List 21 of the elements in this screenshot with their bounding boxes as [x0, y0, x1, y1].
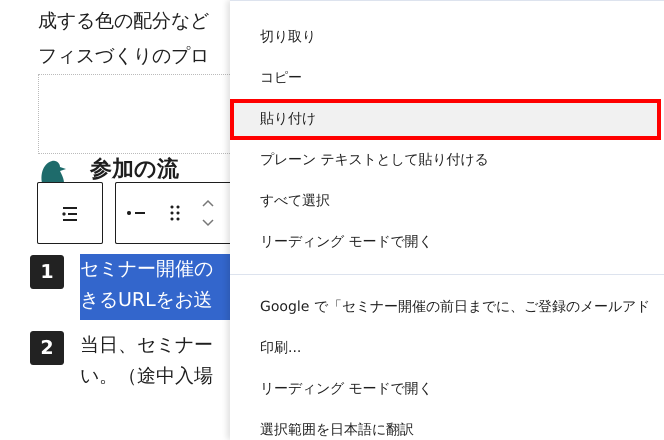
menu-item[interactable]: コピー — [230, 58, 664, 99]
menu-item[interactable]: すべて選択 — [230, 181, 664, 222]
list-style-button[interactable] — [37, 182, 103, 244]
step-number: 1 — [30, 255, 64, 289]
move-chevron-icon[interactable] — [202, 198, 214, 228]
menu-item[interactable]: リーディング モードで開く — [230, 369, 664, 410]
section-heading: 参加の流 — [90, 157, 179, 183]
menu-item[interactable]: 選択範囲を日本語に翻訳 — [230, 410, 664, 440]
step-text: セミナー開催の きるURLをお送 — [80, 254, 233, 320]
menu-item[interactable]: 貼り付け — [230, 99, 661, 140]
step-text: 当日、セミナー い。（途中入場 — [80, 333, 214, 389]
step-number: 2 — [30, 331, 64, 365]
menu-item[interactable]: プレーン テキストとして貼り付ける — [230, 140, 664, 181]
menu-item[interactable]: リーディング モードで開く — [230, 222, 664, 263]
drag-handle-icon[interactable] — [170, 205, 180, 221]
paragraph-text: 成する色の配分など — [38, 9, 210, 34]
menu-item[interactable]: Google で「セミナー開催の前日までに、ご登録のメールアド — [230, 287, 664, 328]
paragraph-text: フィスづくりのプロ — [38, 44, 210, 69]
menu-item[interactable]: 印刷... — [230, 328, 664, 369]
menu-item[interactable]: 切り取り — [230, 17, 664, 58]
list-item-icon[interactable] — [126, 208, 148, 218]
